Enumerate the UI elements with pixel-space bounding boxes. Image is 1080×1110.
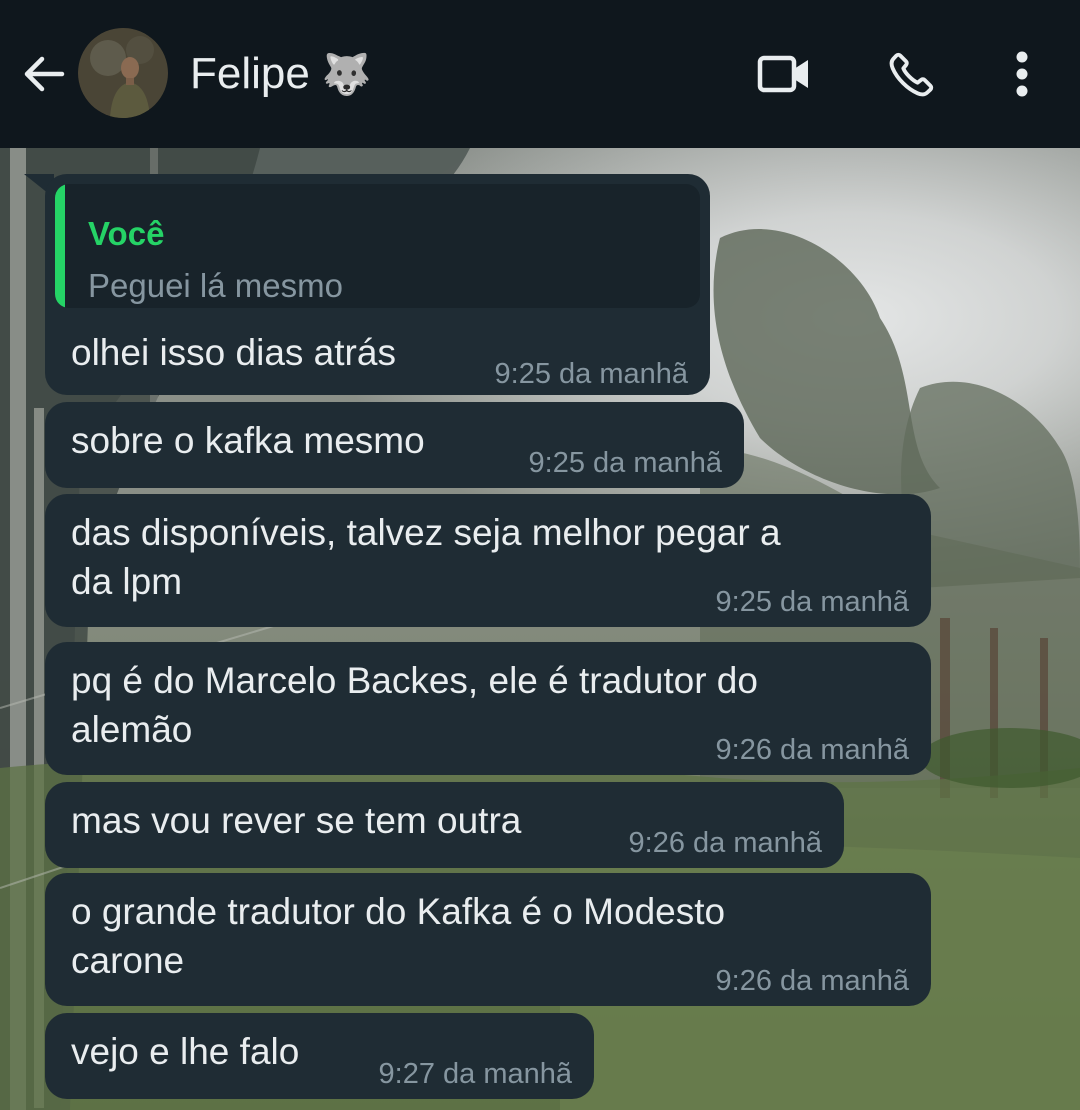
message-bubble[interactable]: das disponíveis, talvez seja melhor pega… [45,494,931,627]
message-time: 9:25 da manhã [494,358,688,390]
message-bubble[interactable]: pq é do Marcelo Backes, ele é tradutor d… [45,642,931,775]
message-bubble[interactable]: sobre o kafka mesmo 9:25 da manhã [45,402,744,488]
message-text: mas vou rever se tem outra [71,800,522,841]
message-bubble[interactable]: mas vou rever se tem outra 9:26 da manhã [45,782,844,868]
message-text: vejo e lhe falo [71,1031,300,1072]
chat-header: Felipe 🐺 [0,0,1080,148]
chat-area[interactable]: Você Peguei lá mesmo olhei isso dias atr… [0,148,1080,1110]
quoted-text: Peguei lá mesmo [88,267,343,304]
contact-name-emoji: 🐺 [321,52,372,97]
message-time: 9:25 da manhã [528,447,722,479]
voice-call-button[interactable] [882,44,942,104]
message-text: olhei isso dias atrás [71,332,396,373]
message-bubble[interactable]: Você Peguei lá mesmo olhei isso dias atr… [45,174,710,395]
contact-name[interactable]: Felipe 🐺 [190,44,372,104]
quote-accent-bar [55,184,65,308]
message-bubble[interactable]: o grande tradutor do Kafka é o Modesto c… [45,873,931,1006]
contact-name-text: Felipe [190,49,310,98]
message-time: 9:25 da manhã [715,586,909,618]
message-text: sobre o kafka mesmo [71,420,425,461]
video-call-button[interactable] [754,44,814,104]
back-arrow-icon [24,56,65,92]
message-time: 9:26 da manhã [628,827,822,859]
message-time: 9:26 da manhã [715,734,909,766]
avatar-photo [78,28,168,118]
message-bubble[interactable]: vejo e lhe falo 9:27 da manhã [45,1013,594,1099]
contact-avatar[interactable] [78,28,168,118]
message-text: o grande tradutor do Kafka é o Modesto [71,891,726,932]
phone-icon [889,52,934,97]
message-text: carone [71,940,185,981]
message-text: alemão [71,709,193,750]
message-text: da lpm [71,561,183,602]
message-text: das disponíveis, talvez seja melhor pega… [71,512,781,553]
more-options-button[interactable] [992,44,1052,104]
message-time: 9:27 da manhã [378,1058,572,1090]
quoted-reply[interactable]: Você Peguei lá mesmo [55,184,700,308]
message-text: pq é do Marcelo Backes, ele é tradutor d… [71,660,758,701]
quoted-author: Você [88,215,165,252]
more-vertical-icon [1016,51,1028,97]
message-time: 9:26 da manhã [715,965,909,997]
video-camera-icon [757,55,808,93]
back-button[interactable] [18,48,70,100]
